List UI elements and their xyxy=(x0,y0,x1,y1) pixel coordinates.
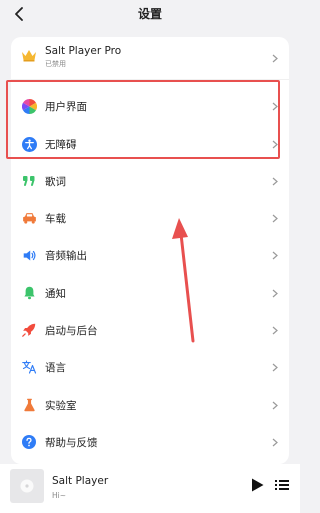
play-button[interactable] xyxy=(248,476,266,494)
settings-item-ui[interactable]: 用户界面 xyxy=(11,89,289,123)
speaker-icon xyxy=(21,247,37,263)
chevron-right-icon xyxy=(271,288,279,298)
help-icon xyxy=(21,434,37,450)
chevron-right-icon xyxy=(271,101,279,111)
settings-item-label: 实验室 xyxy=(45,400,77,412)
settings-item-car[interactable]: 车载 xyxy=(11,202,289,234)
chevron-right-icon xyxy=(271,139,279,149)
chevron-right-icon xyxy=(271,325,279,335)
divider xyxy=(11,79,289,80)
queue-list-icon xyxy=(275,480,289,490)
pro-row[interactable]: Salt Player Pro 已禁用 xyxy=(11,37,289,77)
app-header: 设置 xyxy=(0,0,300,28)
chevron-right-icon xyxy=(271,437,279,447)
settings-item-notification[interactable]: 通知 xyxy=(11,277,289,309)
play-icon xyxy=(252,478,264,492)
page-title: 设置 xyxy=(137,7,162,21)
settings-card: Salt Player Pro 已禁用 用户界面 无障碍 歌词 车载 音频输出 … xyxy=(11,37,289,464)
settings-item-label: 语言 xyxy=(45,362,66,374)
settings-item-label: 车载 xyxy=(45,213,66,225)
settings-item-lyrics[interactable]: 歌词 xyxy=(11,165,289,197)
queue-button[interactable] xyxy=(274,477,290,493)
settings-item-label: 启动与后台 xyxy=(45,325,98,337)
translate-icon xyxy=(21,359,37,375)
settings-item-label: 通知 xyxy=(45,288,66,300)
settings-screen: 设置 Salt Player Pro 已禁用 用户界面 无障碍 歌词 车载 音频… xyxy=(0,0,300,513)
settings-item-label: 歌词 xyxy=(45,176,66,188)
flask-icon xyxy=(21,397,37,413)
settings-item-startup-background[interactable]: 启动与后台 xyxy=(11,314,289,346)
rocket-icon xyxy=(21,322,37,338)
car-icon xyxy=(21,210,37,226)
chevron-right-icon xyxy=(271,362,279,372)
color-wheel-icon xyxy=(21,98,37,114)
chevron-right-icon xyxy=(271,250,279,260)
bell-icon xyxy=(21,285,37,301)
quote-icon xyxy=(21,173,37,189)
track-title: Salt Player xyxy=(52,475,109,487)
chevron-right-icon xyxy=(271,400,279,410)
disc-icon xyxy=(20,479,34,493)
settings-item-audio-output[interactable]: 音频输出 xyxy=(11,239,289,271)
track-artist: Hi~ xyxy=(52,491,67,500)
settings-item-label: 音频输出 xyxy=(45,250,87,262)
settings-item-accessibility[interactable]: 无障碍 xyxy=(11,127,289,161)
settings-item-label: 帮助与反馈 xyxy=(45,437,98,449)
settings-item-label: 无障碍 xyxy=(45,139,77,151)
settings-item-help-feedback[interactable]: 帮助与反馈 xyxy=(11,426,289,458)
chevron-right-icon xyxy=(271,213,279,223)
crown-icon xyxy=(21,47,37,63)
settings-item-language[interactable]: 语言 xyxy=(11,351,289,383)
album-art xyxy=(10,469,44,503)
mini-player[interactable]: Salt Player Hi~ xyxy=(0,464,300,513)
chevron-right-icon xyxy=(271,176,279,186)
settings-item-label: 用户界面 xyxy=(45,101,87,113)
chevron-right-icon xyxy=(271,53,279,63)
pro-title: Salt Player Pro xyxy=(45,45,122,57)
pro-status: 已禁用 xyxy=(45,60,66,68)
settings-item-lab[interactable]: 实验室 xyxy=(11,389,289,421)
accessibility-icon xyxy=(21,136,37,152)
